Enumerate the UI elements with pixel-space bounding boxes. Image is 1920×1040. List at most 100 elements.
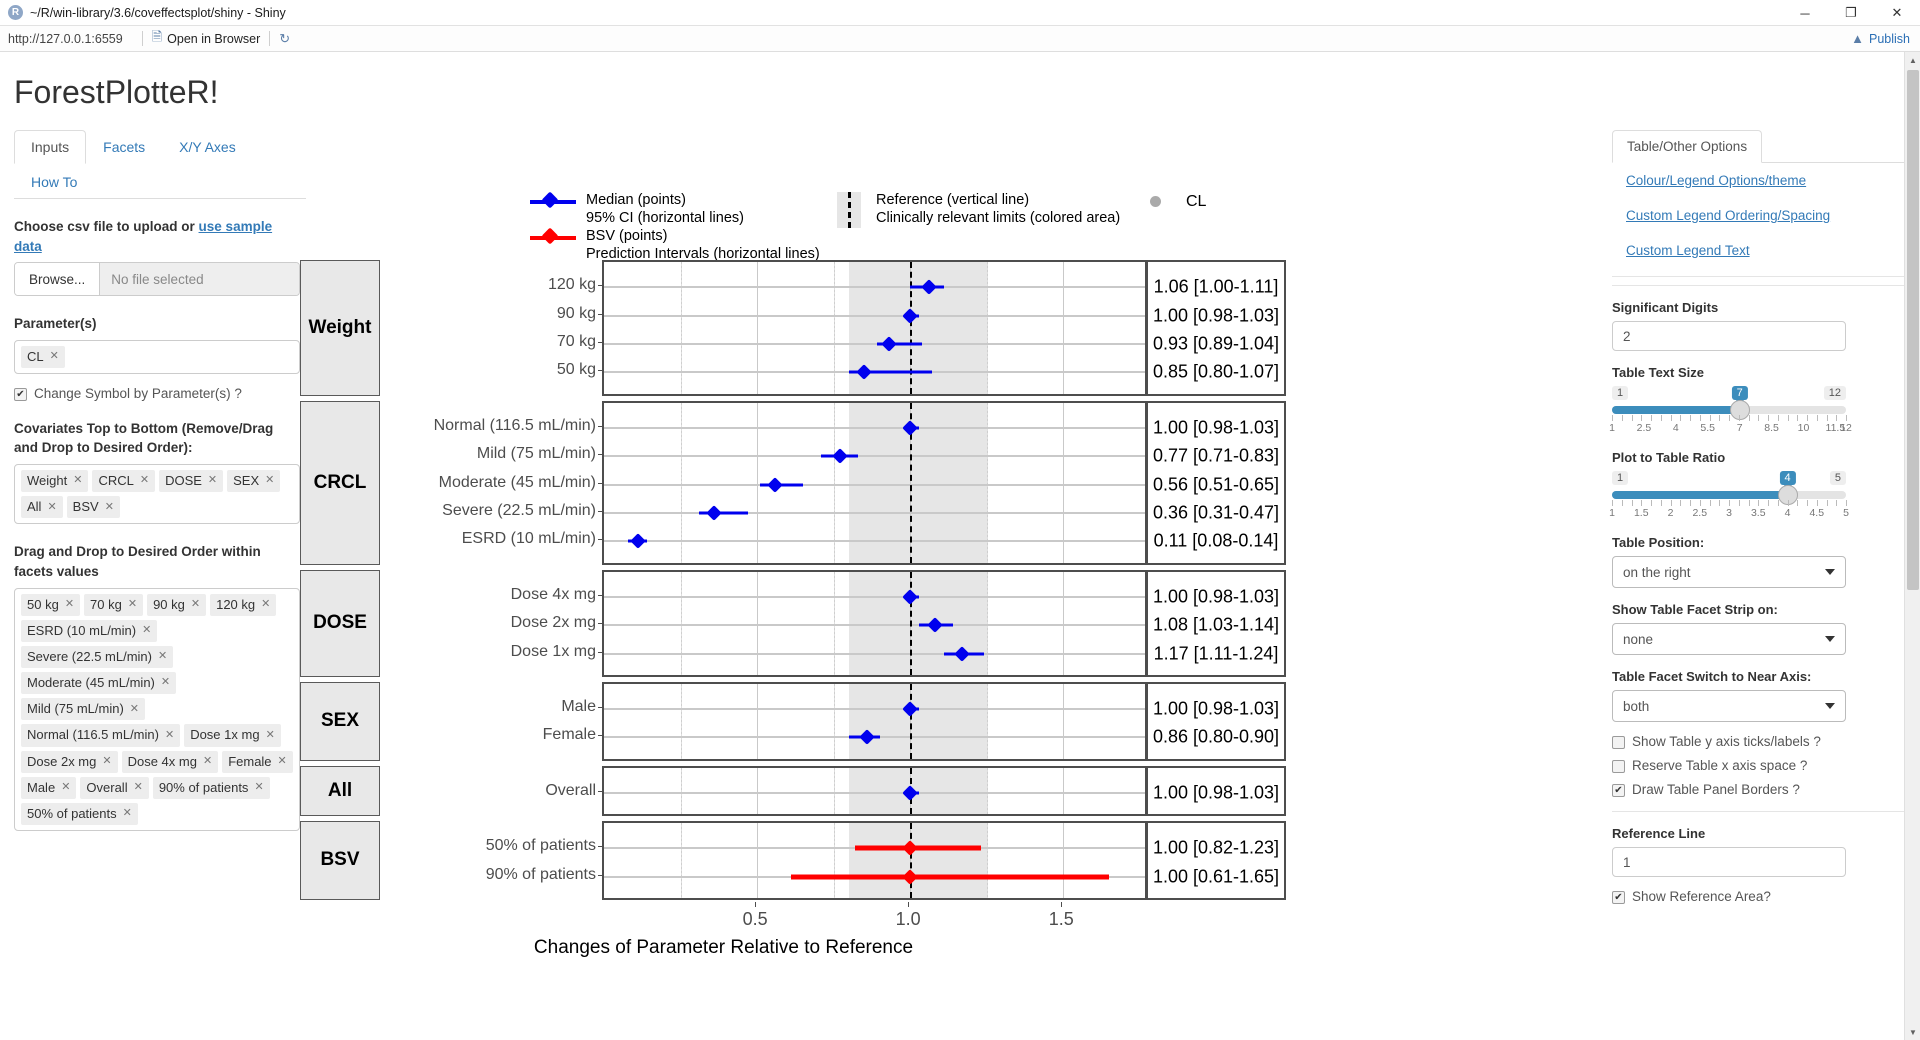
tag-facet-value[interactable]: 70 kg ✕ <box>84 593 144 616</box>
covariates-select[interactable]: Weight ✕ CRCL ✕ DOSE ✕ SEX ✕ All ✕ BSV ✕ <box>14 464 300 525</box>
parameters-select[interactable]: CL ✕ <box>14 339 300 374</box>
tag-facet-value[interactable]: 50% of patients ✕ <box>21 803 138 826</box>
remove-icon[interactable]: ✕ <box>73 473 82 488</box>
tag-facet-value[interactable]: Overall ✕ <box>80 776 149 799</box>
page-scrollbar[interactable]: ▲ ▼ <box>1904 52 1920 1040</box>
tag-facet-value[interactable]: 90 kg ✕ <box>147 593 207 616</box>
remove-icon[interactable]: ✕ <box>123 806 132 821</box>
show-reference-area-checkbox[interactable]: ✔ <box>1612 891 1625 904</box>
tag-facet-value[interactable]: Dose 1x mg ✕ <box>184 724 281 747</box>
significant-digits-input[interactable]: 2 <box>1612 321 1846 351</box>
open-in-browser-button[interactable]: 🗎 Open in Browser <box>152 28 261 50</box>
tab-xy-axes[interactable]: X/Y Axes <box>162 130 253 164</box>
tag-parameter-cl[interactable]: CL ✕ <box>21 345 65 368</box>
tag-facet-value[interactable]: Severe (22.5 mL/min) ✕ <box>21 645 174 669</box>
tag-covariate[interactable]: SEX ✕ <box>227 470 281 493</box>
remove-icon[interactable]: ✕ <box>208 473 217 488</box>
remove-icon[interactable]: ✕ <box>134 780 143 795</box>
browse-button[interactable]: Browse... <box>15 263 101 296</box>
window-title: ~/R/win-library/3.6/coveffectsplot/shiny… <box>30 5 286 20</box>
tag-covariate[interactable]: All ✕ <box>21 496 63 519</box>
reference-line-input[interactable]: 1 <box>1612 847 1846 877</box>
remove-icon[interactable]: ✕ <box>140 473 149 488</box>
remove-icon[interactable]: ✕ <box>65 597 74 612</box>
tag-facet-value[interactable]: Normal (116.5 mL/min) ✕ <box>21 724 181 747</box>
minimize-button[interactable]: ─ <box>1782 0 1828 26</box>
checkbox[interactable] <box>1612 760 1625 773</box>
checkbox-row[interactable]: ✔ Draw Table Panel Borders ? <box>1612 782 1904 797</box>
tag-facet-value[interactable]: Dose 2x mg ✕ <box>21 750 118 773</box>
table-text-size-slider[interactable]: 1 12 7 1 2.5 4 5.5 7 8.5 10 11.5 12 <box>1609 386 1852 436</box>
remove-icon[interactable]: ✕ <box>203 754 212 769</box>
link-custom-legend-ordering[interactable]: Custom Legend Ordering/Spacing <box>1612 198 1904 233</box>
facet-switch-select[interactable]: both <box>1612 690 1846 722</box>
facet-strip-bsv: BSV <box>300 821 380 900</box>
remove-icon[interactable]: ✕ <box>261 597 270 612</box>
tab-how-to[interactable]: How To <box>14 165 94 199</box>
table-value: 0.11 [0.08-0.14] <box>1153 530 1279 551</box>
scroll-down-arrow[interactable]: ▼ <box>1905 1024 1920 1040</box>
tag-facet-value[interactable]: Female ✕ <box>222 750 293 773</box>
file-input[interactable]: Browse... No file selected <box>14 262 300 297</box>
slider-tick-label: 8.5 <box>1764 422 1779 434</box>
show-reference-area-row[interactable]: ✔ Show Reference Area? <box>1612 889 1904 904</box>
link-custom-legend-text[interactable]: Custom Legend Text <box>1612 233 1904 268</box>
reference-area <box>848 571 987 675</box>
tag-facet-value[interactable]: 90% of patients ✕ <box>152 776 270 799</box>
table-value: 0.36 [0.31-0.47] <box>1152 502 1280 523</box>
remove-icon[interactable]: ✕ <box>130 702 139 717</box>
tag-label: Dose 4x mg <box>127 753 197 769</box>
facet-values-select[interactable]: 50 kg ✕ 70 kg ✕ 90 kg ✕ 120 kg ✕ ESRD (10 mL/min… <box>14 587 300 832</box>
facet-strip-select[interactable]: none <box>1612 623 1846 655</box>
tag-facet-value[interactable]: 50 kg ✕ <box>21 593 81 616</box>
publish-button[interactable]: ▲ Publish <box>1851 31 1910 46</box>
tab-table-other-options[interactable]: Table/Other Options <box>1612 130 1763 163</box>
tag-facet-value[interactable]: Mild (75 mL/min) ✕ <box>21 698 146 721</box>
remove-icon[interactable]: ✕ <box>191 597 200 612</box>
plot-table-ratio-slider[interactable]: 1 5 4 1 1.5 2 2.5 3 3.5 4 4.5 5 <box>1609 471 1849 521</box>
remove-icon[interactable]: ✕ <box>142 623 151 638</box>
remove-icon[interactable]: ✕ <box>61 780 70 795</box>
slider-track[interactable] <box>1612 485 1846 505</box>
tag-covariate[interactable]: CRCL ✕ <box>92 470 156 493</box>
maximize-button[interactable]: ❐ <box>1828 0 1874 26</box>
remove-icon[interactable]: ✕ <box>128 597 137 612</box>
tag-facet-value[interactable]: Dose 4x mg ✕ <box>121 750 219 773</box>
tag-covariate[interactable]: DOSE ✕ <box>159 470 224 493</box>
checkbox[interactable]: ✔ <box>1612 784 1625 797</box>
tag-facet-value[interactable]: 120 kg ✕ <box>210 593 277 616</box>
tag-facet-value[interactable]: ESRD (10 mL/min) ✕ <box>21 619 158 642</box>
remove-icon[interactable]: ✕ <box>266 728 275 743</box>
remove-icon[interactable]: ✕ <box>47 500 56 515</box>
gridline-major <box>757 683 759 759</box>
table-position-select[interactable]: on the right <box>1612 556 1846 588</box>
scrollbar-thumb[interactable] <box>1907 70 1919 590</box>
remove-icon[interactable]: ✕ <box>50 349 59 364</box>
tab-inputs[interactable]: Inputs <box>14 130 87 164</box>
remove-icon[interactable]: ✕ <box>265 473 274 488</box>
remove-icon[interactable]: ✕ <box>165 728 174 743</box>
tab-facets[interactable]: Facets <box>86 130 162 164</box>
remove-icon[interactable]: ✕ <box>158 649 167 664</box>
remove-icon[interactable]: ✕ <box>254 780 263 795</box>
scroll-up-arrow[interactable]: ▲ <box>1905 52 1920 68</box>
tag-facet-value[interactable]: Moderate (45 mL/min) ✕ <box>21 672 177 695</box>
checkbox-row[interactable]: Reserve Table x axis space ? <box>1612 758 1904 773</box>
change-symbol-row[interactable]: ✔ Change Symbol by Parameter(s) ? <box>14 386 296 401</box>
tag-covariate[interactable]: BSV ✕ <box>66 496 120 519</box>
tag-covariate[interactable]: Weight ✕ <box>21 470 89 493</box>
remove-icon[interactable]: ✕ <box>161 675 170 690</box>
remove-icon[interactable]: ✕ <box>278 754 287 769</box>
slider-tick-labels: 1 1.5 2 2.5 3 3.5 4 4.5 5 <box>1609 507 1849 521</box>
checkbox-row[interactable]: Show Table y axis ticks/labels ? <box>1612 734 1904 749</box>
refresh-icon[interactable]: ↻ <box>279 31 290 47</box>
remove-icon[interactable]: ✕ <box>105 500 114 515</box>
change-symbol-checkbox[interactable]: ✔ <box>14 387 27 401</box>
close-button[interactable]: ✕ <box>1874 0 1920 26</box>
link-colour-legend-options[interactable]: Colour/Legend Options/theme <box>1612 163 1904 198</box>
checkbox[interactable] <box>1612 736 1625 749</box>
remove-icon[interactable]: ✕ <box>102 754 111 769</box>
reference-area <box>848 823 987 898</box>
slider-track[interactable] <box>1612 400 1846 420</box>
tag-facet-value[interactable]: Male ✕ <box>21 776 77 799</box>
